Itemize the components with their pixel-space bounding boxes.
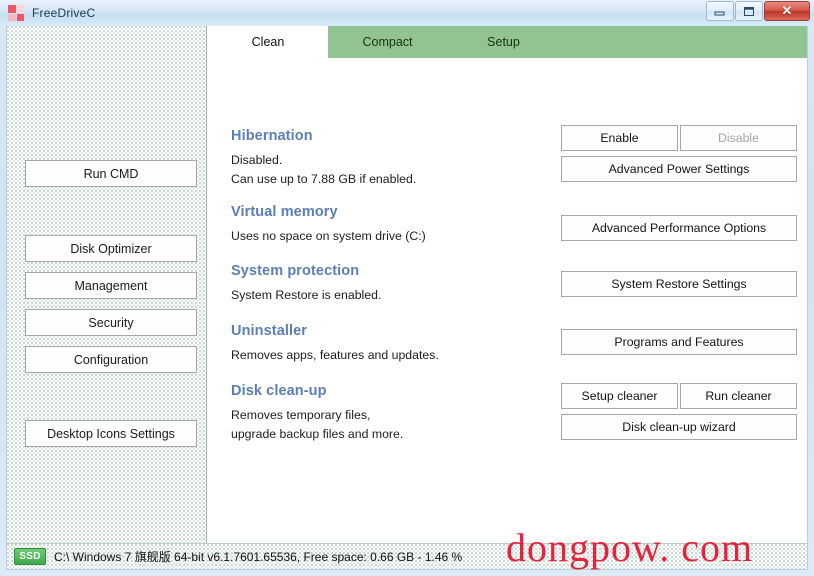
minimize-icon [714,6,726,16]
section-text: System Restore is enabled. [231,288,382,302]
sidebar-item-label: Run CMD [83,166,139,181]
setup-cleaner-button[interactable]: Setup cleaner [561,383,678,409]
maximize-icon [743,6,755,17]
section-text: Removes apps, features and updates. [231,348,439,362]
sidebar-item-label: Disk Optimizer [70,241,152,256]
tab-clean[interactable]: Clean [208,26,328,58]
sidebar-item-desktop-icons-settings[interactable]: Desktop Icons Settings [25,420,197,447]
sidebar-item-label: Desktop Icons Settings [47,426,175,441]
button-label: Run cleaner [705,389,772,403]
tab-bar: Clean Compact Setup [208,26,807,58]
section-text: upgrade backup files and more. [231,427,404,441]
close-icon: ✕ [781,3,793,18]
sidebar-item-security[interactable]: Security [25,309,197,336]
app-checker-icon [8,5,24,21]
section-title-hibernation: Hibernation [231,128,313,144]
clean-tab-content: Hibernation Disabled. Can use up to 7.88… [208,58,807,544]
enable-button[interactable]: Enable [561,125,678,151]
section-text: Removes temporary files, [231,408,371,422]
tab-label: Clean [251,35,285,49]
sidebar: Run CMD Disk Optimizer Management Securi… [7,26,207,544]
sidebar-item-disk-optimizer[interactable]: Disk Optimizer [25,235,197,262]
advanced-performance-options-button[interactable]: Advanced Performance Options [561,215,797,241]
button-label: Advanced Performance Options [591,221,767,235]
window-controls: ✕ [706,1,810,21]
advanced-power-settings-button[interactable]: Advanced Power Settings [561,156,797,182]
sidebar-item-run-cmd[interactable]: Run CMD [25,160,197,187]
disk-clean-up-wizard-button[interactable]: Disk clean-up wizard [561,414,797,440]
title-bar: FreeDriveC ✕ [0,0,814,26]
ssd-badge: SSD [14,548,46,565]
sidebar-item-configuration[interactable]: Configuration [25,346,197,373]
button-label: Enable [600,131,639,145]
section-text: Disabled. [231,153,283,167]
close-button[interactable]: ✕ [764,1,810,21]
sidebar-item-label: Security [88,315,134,330]
status-text: C:\ Windows 7 旗舰版 64-bit v6.1.7601.65536… [54,550,463,564]
disable-button: Disable [680,125,797,151]
section-title-disk-clean-up: Disk clean-up [231,383,327,399]
run-cleaner-button[interactable]: Run cleaner [680,383,797,409]
client-area: Run CMD Disk Optimizer Management Securi… [6,26,808,570]
status-bar: SSD C:\ Windows 7 旗舰版 64-bit v6.1.7601.6… [7,543,807,569]
application-window: FreeDriveC ✕ Run CMD Disk Optimizer Mana… [0,0,814,576]
section-text: Can use up to 7.88 GB if enabled. [231,172,417,186]
button-label: Disable [717,131,759,145]
programs-and-features-button[interactable]: Programs and Features [561,329,797,355]
button-label: Advanced Power Settings [608,162,750,176]
sidebar-item-label: Management [74,278,148,293]
button-label: System Restore Settings [611,277,747,291]
main-panel: Clean Compact Setup Hibernation Disabled… [208,26,807,544]
section-title-virtual-memory: Virtual memory [231,204,338,220]
tab-setup[interactable]: Setup [447,26,560,58]
button-label: Disk clean-up wizard [622,420,736,434]
section-title-uninstaller: Uninstaller [231,323,308,339]
tab-compact[interactable]: Compact [328,26,447,58]
maximize-button[interactable] [735,1,763,21]
section-text: Uses no space on system drive (C:) [231,229,426,243]
button-label: Setup cleaner [581,389,658,403]
minimize-button[interactable] [706,1,734,21]
system-restore-settings-button[interactable]: System Restore Settings [561,271,797,297]
tab-label: Compact [362,35,413,49]
tab-label: Setup [487,35,520,49]
section-title-system-protection: System protection [231,263,360,279]
button-label: Programs and Features [614,335,744,349]
window-title: FreeDriveC [32,6,96,20]
sidebar-item-management[interactable]: Management [25,272,197,299]
sidebar-item-label: Configuration [73,352,149,367]
